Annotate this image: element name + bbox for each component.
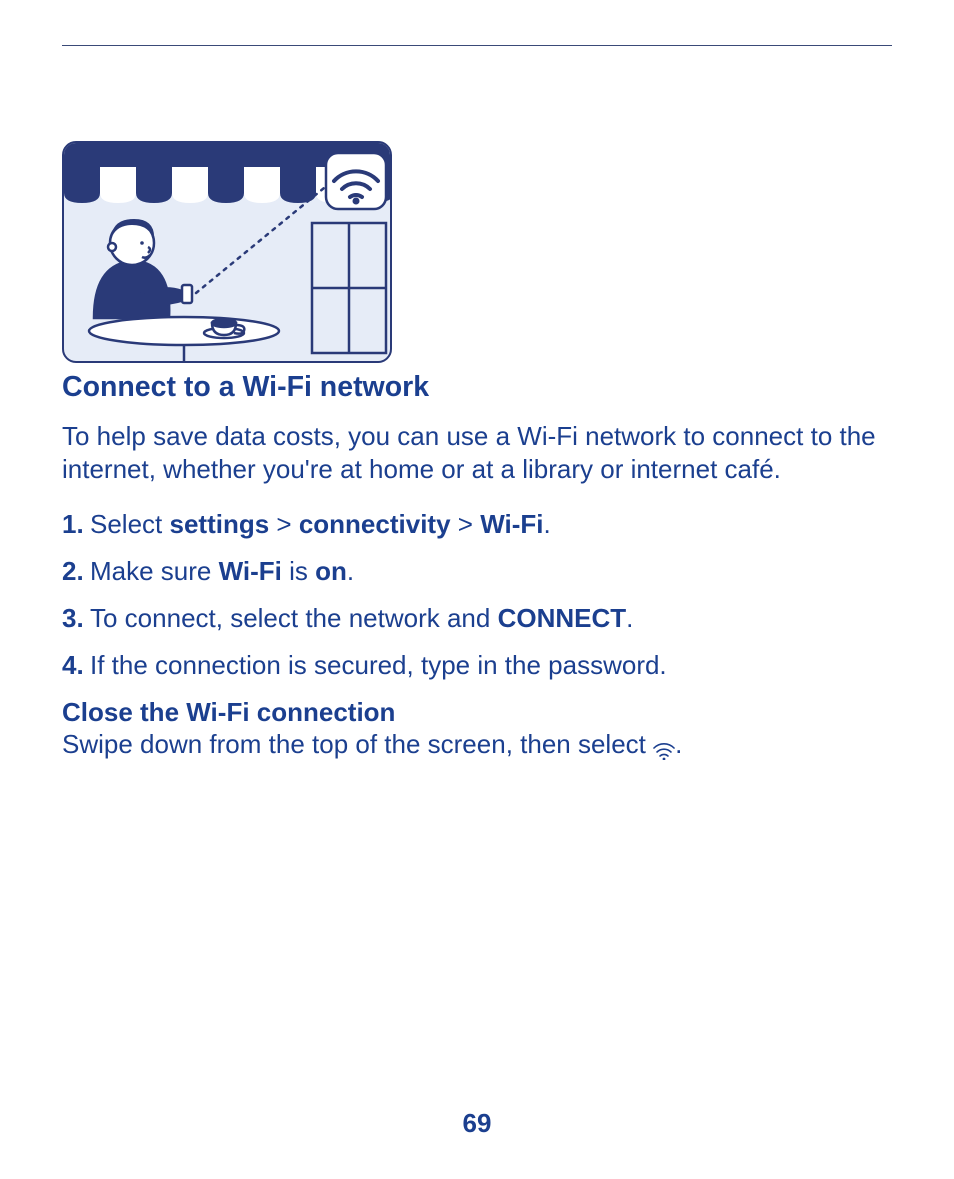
sub-heading: Close the Wi-Fi connection (62, 697, 892, 728)
step-number: 2. (62, 556, 90, 587)
section-heading: Connect to a Wi-Fi network (62, 371, 892, 404)
step-text: Make sure Wi-Fi is on. (90, 556, 354, 587)
step-text: Select settings > connectivity > Wi-Fi. (90, 509, 551, 540)
step-4: 4. If the connection is secured, type in… (62, 650, 892, 681)
intro-paragraph: To help save data costs, you can use a W… (62, 420, 892, 487)
step-number: 3. (62, 603, 90, 634)
step-text: If the connection is secured, type in th… (90, 650, 667, 681)
step-number: 4. (62, 650, 90, 681)
cafe-wifi-illustration (62, 141, 392, 363)
wifi-icon (326, 153, 386, 209)
step-number: 1. (62, 509, 90, 540)
top-divider (62, 45, 892, 46)
step-text: To connect, select the network and CONNE… (90, 603, 633, 634)
step-3: 3. To connect, select the network and CO… (62, 603, 892, 634)
wifi-status-icon (653, 735, 675, 753)
page-number: 69 (0, 1108, 954, 1139)
closing-instruction: Swipe down from the top of the screen, t… (62, 728, 892, 761)
step-1: 1. Select settings > connectivity > Wi-F… (62, 509, 892, 540)
step-2: 2. Make sure Wi-Fi is on. (62, 556, 892, 587)
steps-list: 1. Select settings > connectivity > Wi-F… (62, 509, 892, 681)
